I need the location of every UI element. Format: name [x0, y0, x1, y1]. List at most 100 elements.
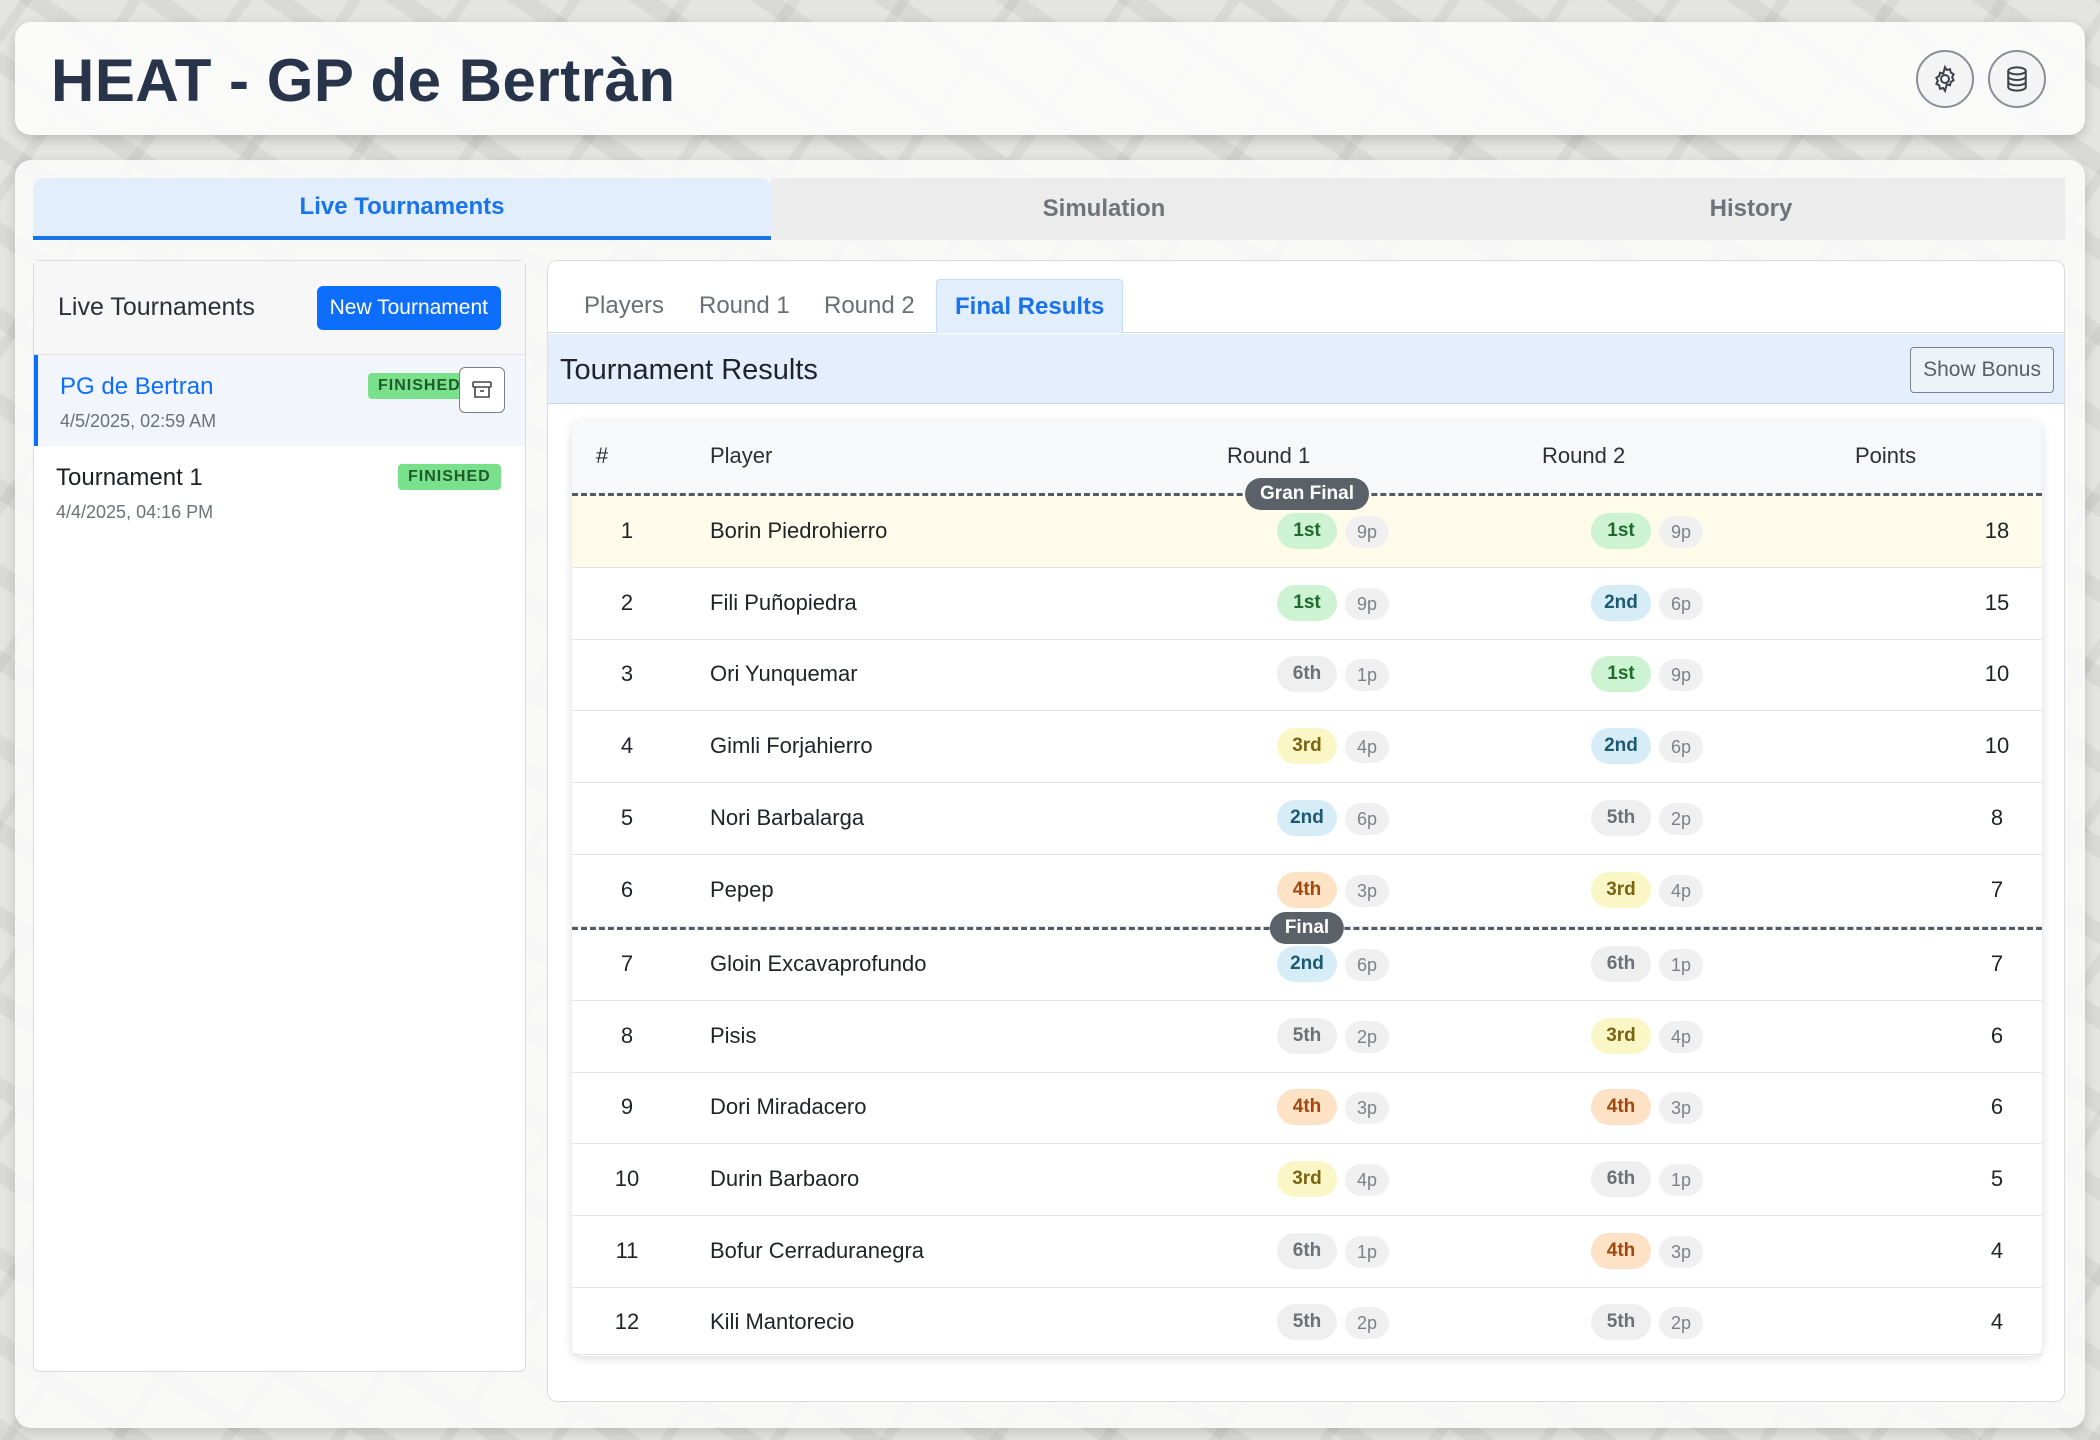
show-bonus-button[interactable]: Show Bonus — [1910, 347, 2054, 393]
table-row: 5 Nori Barbalarga 2nd 6p 5th 2p 8 — [572, 783, 2042, 855]
player-name: Pisis — [710, 1023, 757, 1048]
table-row: 12 Kili Mantorecio 5th 2p 5th 2p 4 — [572, 1287, 2042, 1355]
col-points: Points — [1855, 443, 1917, 468]
tab-players[interactable]: Players — [584, 279, 664, 333]
results-content: Players Round 1 Round 2 Final Results To… — [547, 260, 2065, 1402]
table-row: 11 Bofur Cerraduranegra 6th 1p 4th 3p 4 — [572, 1216, 2042, 1288]
archive-button[interactable] — [459, 367, 505, 413]
gear-icon — [1935, 64, 1955, 94]
total-points: 15 — [1984, 590, 2010, 615]
table-row: 2 Fili Puñopiedra 1st 9p 2nd 6p 15 — [572, 568, 2042, 640]
tab-history[interactable]: History — [1437, 178, 2065, 240]
round-2-points: 1p — [1659, 949, 1703, 981]
round-1-position: 6th — [1277, 1233, 1337, 1269]
round-2-position: 5th — [1591, 1304, 1651, 1340]
total-points: 7 — [1990, 877, 2004, 902]
total-points: 18 — [1984, 518, 2010, 543]
col-rank: # — [596, 443, 609, 468]
round-2-points: 4p — [1659, 875, 1703, 907]
col-round-2: Round 2 — [1542, 443, 1626, 468]
round-2-position: 1st — [1591, 513, 1651, 549]
tournament-name: Tournament 1 — [56, 464, 203, 491]
gran-final-divider: Gran Final — [572, 478, 2042, 510]
player-name: Kili Mantorecio — [710, 1309, 855, 1334]
round-1-position: 5th — [1277, 1018, 1337, 1054]
rank-cell: 5 — [620, 805, 634, 830]
round-1-position: 5th — [1277, 1304, 1337, 1340]
tab-round-2[interactable]: Round 2 — [824, 279, 915, 333]
tab-final-results[interactable]: Final Results — [936, 279, 1124, 333]
round-1-points: 1p — [1345, 1236, 1389, 1268]
round-1-position: 3rd — [1277, 728, 1337, 764]
results-header: Tournament Results Show Bonus — [548, 334, 2064, 404]
round-1-position: 1st — [1277, 513, 1337, 549]
tournament-item-tournament-1[interactable]: Tournament 1 4/4/2025, 04:16 PM FINISHED — [34, 446, 525, 537]
rank-cell: 4 — [620, 733, 634, 758]
main-panel: Live Tournaments Simulation History Live… — [15, 160, 2085, 1428]
table-row: 9 Dori Miradacero 4th 3p 4th 3p 6 — [572, 1072, 2042, 1144]
round-1-points: 9p — [1345, 588, 1389, 620]
rank-cell: 6 — [620, 877, 634, 902]
database-button[interactable] — [1988, 50, 2046, 108]
rank-cell: 11 — [615, 1238, 639, 1263]
tournament-date: 4/4/2025, 04:16 PM — [56, 502, 214, 522]
player-name: Durin Barbaoro — [710, 1166, 860, 1191]
main-tabs: Live Tournaments Simulation History — [33, 178, 2065, 240]
round-2-points: 3p — [1659, 1236, 1703, 1268]
round-2-points: 2p — [1659, 803, 1703, 835]
settings-button[interactable] — [1916, 50, 1974, 108]
rank-cell: 2 — [620, 590, 634, 615]
new-tournament-button[interactable]: New Tournament — [316, 286, 501, 330]
round-2-points: 9p — [1659, 659, 1703, 691]
round-2-position: 6th — [1591, 1161, 1651, 1197]
tab-simulation[interactable]: Simulation — [771, 178, 1437, 240]
round-2-position: 6th — [1591, 946, 1651, 982]
tab-live-tournaments[interactable]: Live Tournaments — [33, 178, 771, 240]
tournament-item-pg-de-bertran[interactable]: PG de Bertran 4/5/2025, 02:59 AM FINISHE… — [34, 355, 525, 446]
round-2-points: 4p — [1659, 1021, 1703, 1053]
total-points: 4 — [1990, 1309, 2004, 1334]
round-1-points: 3p — [1345, 875, 1389, 907]
col-player: Player — [710, 443, 773, 468]
rank-cell: 3 — [620, 661, 634, 686]
round-2-position: 3rd — [1591, 872, 1651, 908]
round-2-position: 3rd — [1591, 1018, 1651, 1054]
player-name: Nori Barbalarga — [710, 805, 865, 830]
round-2-position: 2nd — [1591, 585, 1651, 621]
round-1-points: 3p — [1345, 1092, 1389, 1124]
round-1-points: 4p — [1345, 731, 1389, 763]
results-title: Tournament Results — [560, 354, 818, 386]
rank-cell: 12 — [614, 1309, 640, 1334]
player-name: Borin Piedrohierro — [710, 518, 888, 543]
gran-final-label: Gran Final — [1245, 478, 1369, 510]
round-2-points: 2p — [1659, 1307, 1703, 1339]
table-row: 3 Ori Yunquemar 6th 1p 1st 9p 10 — [572, 639, 2042, 711]
round-tabs: Players Round 1 Round 2 Final Results — [548, 279, 2064, 333]
round-2-position: 4th — [1591, 1233, 1651, 1269]
player-name: Gimli Forjahierro — [710, 733, 873, 758]
round-1-position: 2nd — [1277, 946, 1337, 982]
round-1-points: 6p — [1345, 949, 1389, 981]
rank-cell: 10 — [614, 1166, 640, 1191]
round-1-points: 1p — [1345, 659, 1389, 691]
player-name: Pepep — [710, 877, 774, 902]
database-icon — [2007, 66, 2027, 92]
round-1-points: 4p — [1345, 1164, 1389, 1196]
round-1-points: 9p — [1345, 516, 1389, 548]
round-1-position: 6th — [1277, 656, 1337, 692]
round-1-points: 2p — [1345, 1307, 1389, 1339]
sidebar-title: Live Tournaments — [58, 293, 255, 321]
sidebar-header: Live Tournaments New Tournament — [34, 261, 525, 355]
round-2-points: 9p — [1659, 516, 1703, 548]
player-name: Ori Yunquemar — [710, 661, 858, 686]
final-label: Final — [1269, 912, 1345, 944]
round-1-position: 1st — [1277, 585, 1337, 621]
results-table: # Player Round 1 Round 2 Points 1 Borin P… — [572, 421, 2042, 1356]
player-name: Dori Miradacero — [710, 1094, 867, 1119]
total-points: 5 — [1990, 1166, 2004, 1191]
tab-round-1[interactable]: Round 1 — [699, 279, 790, 333]
total-points: 4 — [1990, 1238, 2004, 1263]
player-name: Gloin Excavaprofundo — [710, 951, 927, 976]
app-title: HEAT - GP de Bertràn — [51, 47, 676, 114]
col-round-1: Round 1 — [1227, 443, 1311, 468]
